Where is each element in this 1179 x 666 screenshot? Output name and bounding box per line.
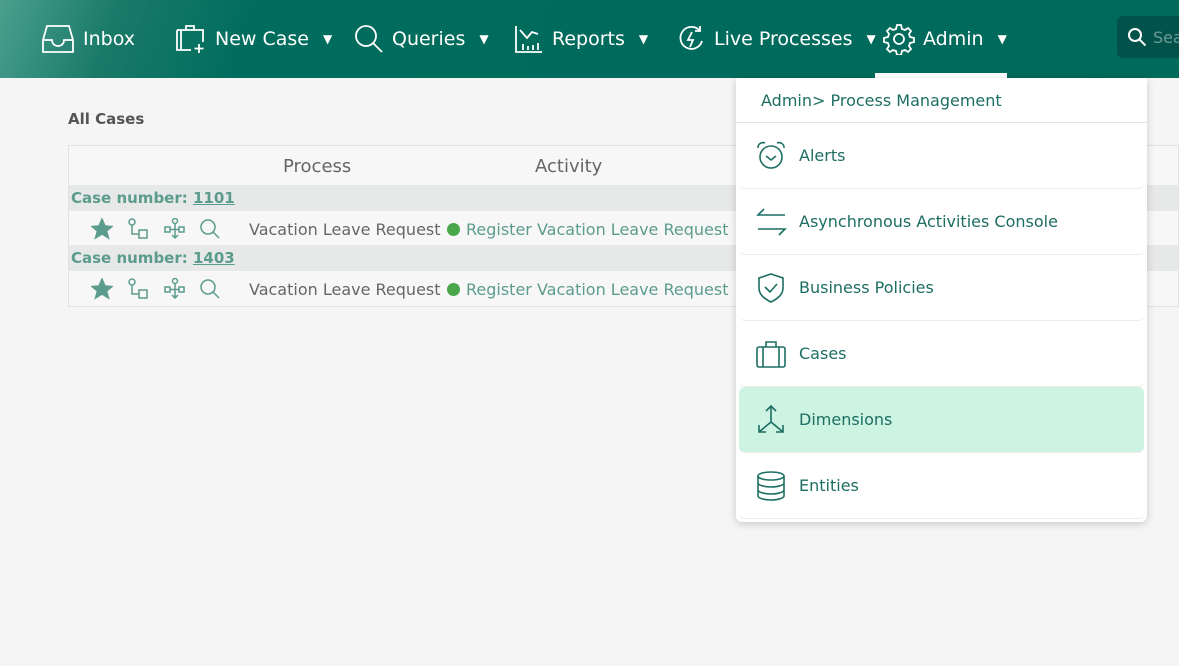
caret-down-icon: ▼ [638,32,649,46]
nav-queries[interactable]: Queries ▼ [354,0,489,78]
live-processes-icon [679,26,703,50]
process-map-icon[interactable] [127,278,149,300]
caret-down-icon: ▼ [479,32,489,46]
shield-check-icon [758,272,784,303]
briefcase-icon [756,340,786,368]
caret-down-icon: ▼ [322,32,333,46]
search-icon [1128,28,1147,47]
reports-chart-icon [515,26,542,53]
alarm-clock-icon [757,141,785,169]
menu-item-entities[interactable]: Entities [739,453,1144,519]
case-number-link[interactable]: 1101 [193,189,235,207]
case-number-label: Case number: [71,249,188,267]
menu-breadcrumb[interactable]: Admin> Process Management [736,78,1147,123]
column-header-process: Process [283,156,352,177]
nav-label: Queries [392,28,466,50]
admin-dropdown-menu: Admin> Process Management Alerts Asynchr… [736,78,1147,522]
top-nav: Inbox New Case ▼ Queries ▼ Reports ▼ Live P… [0,0,1179,78]
new-case-icon [176,25,204,53]
caret-down-icon: ▼ [866,32,876,46]
status-dot [447,282,460,296]
menu-item-business-policies[interactable]: Business Policies [739,255,1144,321]
arrows-exchange-icon [756,207,787,236]
workflow-icon[interactable] [163,278,185,300]
dimensions-icon [758,404,784,433]
nav-label: New Case [215,28,309,50]
case-number-link[interactable]: 1403 [193,249,235,267]
nav-label: Reports [552,28,625,50]
menu-item-asynchronous-activities-console[interactable]: Asynchronous Activities Console [739,189,1144,255]
gear-icon [883,24,915,55]
activity-link[interactable]: Register Vacation Leave Request [466,280,728,299]
activity-cell: Register Vacation Leave Request [447,280,728,299]
menu-item-label: Business Policies [799,278,934,297]
process-cell: Vacation Leave Request [249,279,441,299]
activity-link[interactable]: Register Vacation Leave Request [466,220,728,239]
case-number-label: Case number: [71,189,188,207]
search-placeholder: Sea [1153,27,1179,47]
star-icon[interactable] [91,218,113,240]
search-icon [355,25,383,53]
activity-cell: Register Vacation Leave Request [447,220,728,239]
inbox-icon [42,25,74,53]
nav-new-case[interactable]: New Case ▼ [175,0,332,78]
menu-item-alerts[interactable]: Alerts [739,123,1144,189]
caret-down-icon: ▼ [997,32,1007,46]
nav-label: Inbox [83,28,135,50]
star-icon[interactable] [91,278,113,300]
nav-inbox[interactable]: Inbox [41,0,135,78]
column-header-activity: Activity [535,156,603,177]
menu-item-label: Asynchronous Activities Console [799,212,1058,231]
nav-reports[interactable]: Reports ▼ [514,0,648,78]
menu-item-cases[interactable]: Cases [739,321,1144,387]
menu-item-label: Dimensions [799,410,893,429]
status-dot [447,222,460,236]
nav-admin[interactable]: Admin ▼ [883,0,1007,78]
nav-label: Admin [923,28,984,50]
menu-item-label: Cases [799,344,847,363]
page-title: All Cases [68,110,145,128]
database-icon [757,470,785,501]
search-icon[interactable] [199,218,221,240]
nav-label: Live Processes [714,28,853,50]
process-cell: Vacation Leave Request [249,219,441,239]
menu-item-label: Alerts [799,146,846,165]
menu-item-dimensions[interactable]: Dimensions [739,387,1144,453]
menu-item-label: Entities [799,476,859,495]
search-icon[interactable] [199,278,221,300]
nav-live-processes[interactable]: Live Processes ▼ [676,0,876,78]
process-map-icon[interactable] [127,218,149,240]
search-input[interactable]: Sea [1117,16,1179,58]
workflow-icon[interactable] [163,218,185,240]
